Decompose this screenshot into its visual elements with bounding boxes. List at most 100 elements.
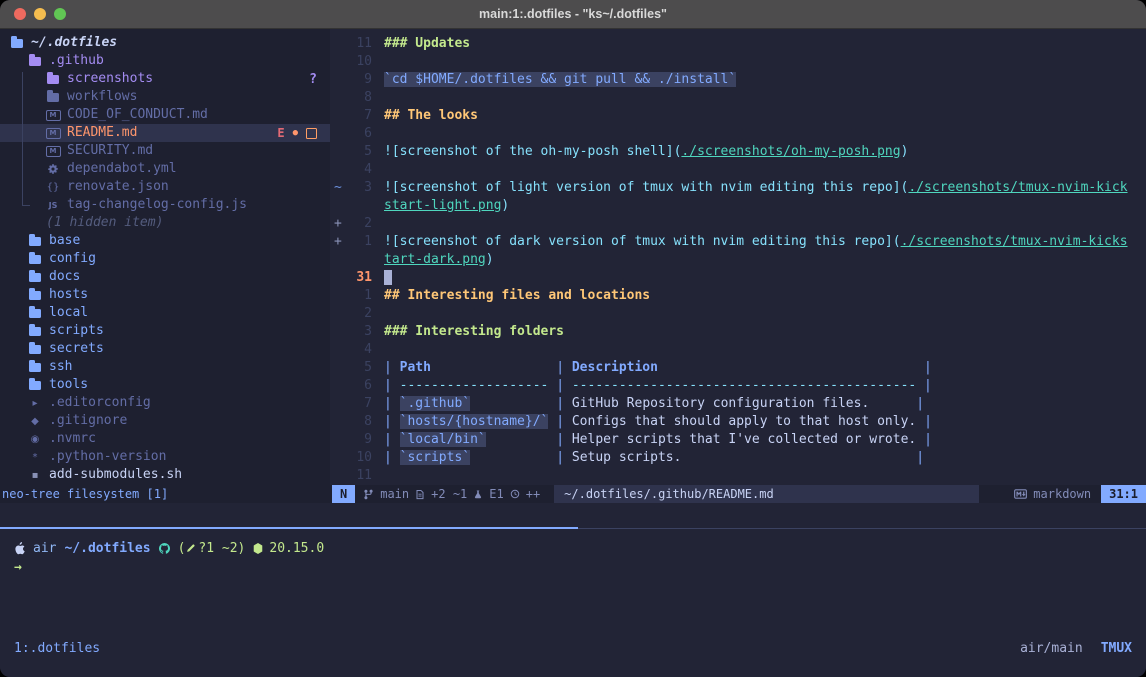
editor-line[interactable]: 9 | `local/bin` | Helper scripts that I'v… xyxy=(330,430,1146,448)
editor-line[interactable]: 2 xyxy=(330,304,1146,322)
prompt-git-status: (?1 ~2) xyxy=(178,541,246,556)
line-number: 3 xyxy=(350,324,372,339)
line-text: | `.github` | GitHub Repository configur… xyxy=(384,396,924,411)
editor-line[interactable]: 10 xyxy=(330,52,1146,70)
gear-icon xyxy=(46,164,60,174)
editor-lines: 11### Updates109`cd $HOME/.dotfiles && g… xyxy=(330,29,1146,484)
tree-item-hosts[interactable]: hosts xyxy=(0,286,330,304)
prompt-arrow-line: → xyxy=(14,558,1146,577)
editor-line[interactable]: 8 xyxy=(330,88,1146,106)
tree-item-label: local xyxy=(49,304,88,322)
tree-item-badges: ? xyxy=(309,72,330,87)
tree-item-badges: E● xyxy=(277,126,330,140)
editor-line[interactable]: 11### Updates xyxy=(330,34,1146,52)
editor-line[interactable]: start-light.png) xyxy=(330,196,1146,214)
tree-item-ssh[interactable]: ssh xyxy=(0,358,330,376)
branch-name: main xyxy=(380,487,409,501)
tree-item-base[interactable]: base xyxy=(0,232,330,250)
tree-item-screenshots[interactable]: screenshots? xyxy=(0,70,330,88)
editor-line[interactable]: 7| `.github` | GitHub Repository configu… xyxy=(330,394,1146,412)
gutter-sign: ~ xyxy=(330,180,350,195)
tree-item-security-md[interactable]: MSECURITY.md xyxy=(0,142,330,160)
close-button[interactable] xyxy=(14,8,26,20)
line-text: | `hosts/{hostname}/` | Configs that sho… xyxy=(384,414,932,429)
status-bar: neo-tree filesystem [1] N main+2 ~1E1++ … xyxy=(0,485,1146,503)
tree-item-docs[interactable]: docs xyxy=(0,268,330,286)
editor-line[interactable]: 31 xyxy=(330,268,1146,286)
tree-item-github[interactable]: .github xyxy=(0,52,330,70)
tree-item-dotfiles[interactable]: ~/.dotfiles xyxy=(0,34,330,52)
editor-pane[interactable]: 11### Updates109`cd $HOME/.dotfiles && g… xyxy=(330,29,1146,485)
line-number: 4 xyxy=(350,342,372,357)
line-number: 3 xyxy=(350,180,372,195)
mode-indicator: N xyxy=(332,485,355,503)
line-text xyxy=(384,270,392,285)
node-version: 20.15.0 xyxy=(269,541,324,556)
editor-line[interactable]: 6| ------------------- | ---------------… xyxy=(330,376,1146,394)
editor-line[interactable]: 4 xyxy=(330,340,1146,358)
editor-line[interactable]: 3### Interesting folders xyxy=(330,322,1146,340)
editor-line[interactable]: 10 | `scripts` | Setup scripts. | xyxy=(330,448,1146,466)
editor-line[interactable]: 6 xyxy=(330,124,1146,142)
tree-item-workflows[interactable]: workflows xyxy=(0,88,330,106)
git-segment: main+2 ~1E1++ xyxy=(355,487,548,501)
tree-item-nvmrc[interactable]: ◉.nvmrc xyxy=(0,430,330,448)
tree-item-scripts[interactable]: scripts xyxy=(0,322,330,340)
tree-item-label: .nvmrc xyxy=(49,430,96,448)
tree-item-label: .python-version xyxy=(49,448,166,466)
folder-icon xyxy=(28,255,42,264)
tree-item-code-of-conduct-md[interactable]: MCODE_OF_CONDUCT.md xyxy=(0,106,330,124)
folder-icon xyxy=(46,75,60,84)
editor-line[interactable]: 8| `hosts/{hostname}/` | Configs that sh… xyxy=(330,412,1146,430)
gutter-sign: + xyxy=(330,234,350,249)
line-number: 9 xyxy=(350,432,372,447)
tree-item-python-version[interactable]: *.python-version xyxy=(0,448,330,466)
tree-item-config[interactable]: config xyxy=(0,250,330,268)
editor-line[interactable]: ~3![screenshot of light version of tmux … xyxy=(330,178,1146,196)
editor-line[interactable]: 9`cd $HOME/.dotfiles && git pull && ./in… xyxy=(330,70,1146,88)
editor-line[interactable]: +1![screenshot of dark version of tmux w… xyxy=(330,232,1146,250)
tree-item-add-submodules-sh[interactable]: ▪add-submodules.sh xyxy=(0,466,330,484)
editor-line[interactable]: 7## The looks xyxy=(330,106,1146,124)
line-text: | `scripts` | Setup scripts. | xyxy=(384,450,924,465)
editor-line[interactable]: 4 xyxy=(330,160,1146,178)
tmux-window-label[interactable]: 1:.dotfiles xyxy=(14,641,100,656)
tree-item-secrets[interactable]: secrets xyxy=(0,340,330,358)
tree-item-readme-md[interactable]: MREADME.mdE● xyxy=(0,124,330,142)
apple-icon xyxy=(14,542,25,555)
editor-line[interactable]: +2 xyxy=(330,214,1146,232)
minimize-button[interactable] xyxy=(34,8,46,20)
zoom-button[interactable] xyxy=(54,8,66,20)
tree-item-tools[interactable]: tools xyxy=(0,376,330,394)
tree-item-1-hidden-item[interactable]: (1 hidden item) xyxy=(0,214,330,232)
terminal-pane[interactable]: air ~/.dotfiles (?1 ~2) 20.15.0 → xyxy=(0,529,1146,633)
braces-icon: {} xyxy=(46,182,60,193)
tree-item-label: .github xyxy=(49,52,104,70)
app-window: main:1:.dotfiles - "ks~/.dotfiles" ~/.do… xyxy=(0,0,1146,677)
cursor-position: 31:1 xyxy=(1101,485,1146,503)
editor-line[interactable]: 5| Path | Description | xyxy=(330,358,1146,376)
editor-line[interactable]: 1## Interesting files and locations xyxy=(330,286,1146,304)
markdown-file-icon: M xyxy=(46,146,60,157)
tree-item-label: ssh xyxy=(49,358,72,376)
editor-line[interactable]: tart-dark.png) xyxy=(330,250,1146,268)
tree-item-label: hosts xyxy=(49,286,88,304)
traffic-lights xyxy=(14,0,66,28)
tree-item-gitignore[interactable]: ◆.gitignore xyxy=(0,412,330,430)
folder-icon xyxy=(28,345,42,354)
tree-item-dependabot-yml[interactable]: dependabot.yml xyxy=(0,160,330,178)
line-text: start-light.png) xyxy=(384,198,509,213)
tree-item-local[interactable]: local xyxy=(0,304,330,322)
tree-item-label: (1 hidden item) xyxy=(46,214,163,232)
editor-line[interactable]: 5![screenshot of the oh-my-posh shell](.… xyxy=(330,142,1146,160)
tree-item-renovate-json[interactable]: {}renovate.json xyxy=(0,178,330,196)
diagnostics-count: E1 xyxy=(489,487,503,501)
tree-item-editorconfig[interactable]: ▸.editorconfig xyxy=(0,394,330,412)
line-text: | `local/bin` | Helper scripts that I've… xyxy=(384,432,932,447)
editor-line[interactable]: 11 xyxy=(330,466,1146,484)
line-number: 10 xyxy=(350,450,372,465)
tree-item-tag-changelog-config-js[interactable]: JStag-changelog-config.js xyxy=(0,196,330,214)
command-line xyxy=(0,503,1146,527)
line-text: ### Updates xyxy=(384,36,470,51)
line-text: | Path | Description | xyxy=(384,360,932,375)
